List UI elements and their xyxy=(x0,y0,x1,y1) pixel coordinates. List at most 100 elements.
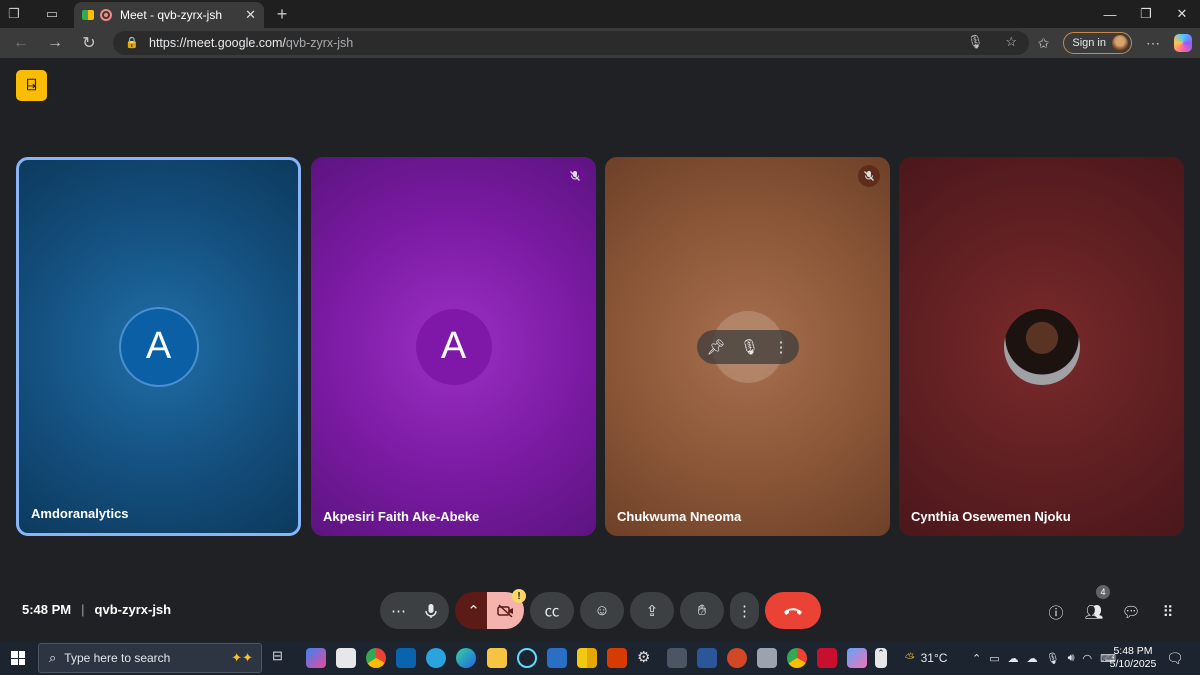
avatar: A xyxy=(120,308,197,385)
sign-in-label: Sign in xyxy=(1072,37,1106,49)
minimize-icon[interactable]: — xyxy=(1090,0,1130,28)
raise-hand-button[interactable]: ✋︎ xyxy=(680,592,724,629)
pin-icon[interactable]: 📌︎ xyxy=(707,338,726,356)
copilot-app-icon[interactable] xyxy=(847,648,867,668)
workspaces-icon[interactable]: ❐ xyxy=(0,0,28,28)
meeting-details-button[interactable]: ⓘ xyxy=(1044,602,1068,622)
participant-name: Chukwuma Nneoma xyxy=(617,509,742,524)
powerpoint-app-icon[interactable] xyxy=(727,648,747,668)
favorites-icon[interactable]: ✩ xyxy=(1038,35,1050,52)
meet-favicon-icon xyxy=(82,10,94,20)
activities-button[interactable]: ⠿ xyxy=(1156,602,1180,622)
word-app-icon[interactable] xyxy=(697,648,717,668)
tab-actions-icon[interactable]: ▭ xyxy=(38,0,66,28)
refresh-icon[interactable]: ↻ xyxy=(72,28,106,58)
weather-widget[interactable]: ⛅︎ 31°C xyxy=(905,641,947,675)
more-vert-icon: ⋮ xyxy=(737,602,752,620)
people-button[interactable]: 👥︎ xyxy=(1082,602,1106,622)
leave-call-button[interactable] xyxy=(765,592,821,629)
browser-tab-bar: ❐ ▭ Meet - qvb-zyrx-jsh ✕ + — ❐ ✕ xyxy=(0,0,1200,28)
settings-gear-icon[interactable]: ⚙ xyxy=(637,648,657,668)
participant-tile-4[interactable]: Cynthia Osewemen Njoku xyxy=(899,157,1184,536)
search-icon: ⌕ xyxy=(49,650,57,665)
close-window-icon[interactable]: ✕ xyxy=(1162,0,1200,28)
outlook-app-icon[interactable] xyxy=(396,648,416,668)
taskbar-clock[interactable]: 5:48 PM 5/10/2025 xyxy=(1108,645,1158,671)
copilot-app-icon[interactable] xyxy=(306,648,326,668)
chat-icon: 💬︎ xyxy=(1121,604,1141,621)
favorite-star-icon[interactable]: ☆ xyxy=(1005,34,1017,50)
microphone-tray-icon[interactable]: 🎙︎ xyxy=(1046,652,1060,665)
muted-mic-icon xyxy=(858,165,880,187)
camera-warning-badge: ! xyxy=(512,589,526,603)
present-screen-button[interactable]: ⇪ xyxy=(630,592,674,629)
app-icon[interactable] xyxy=(757,648,777,668)
avatar-photo xyxy=(1003,308,1080,385)
notifications-icon[interactable]: 🗨︎ xyxy=(1166,641,1184,675)
end-call-icon xyxy=(784,607,802,615)
overflow-chevron-icon[interactable]: ⌃ xyxy=(875,648,887,668)
system-tray: ⌃ ▭ ☁ ☁ 🎙︎ 🔊︎ ◠ ⌨ xyxy=(972,641,1116,675)
meeting-logo-icon[interactable]: ⍈ xyxy=(16,70,47,101)
copilot-icon[interactable] xyxy=(1174,34,1192,52)
captions-button[interactable]: ㏄ xyxy=(530,592,574,629)
chrome-app-icon[interactable] xyxy=(366,648,386,668)
task-view-icon[interactable]: ⊟ xyxy=(272,648,292,668)
participant-tile-3[interactable]: 📌︎ 🎙︎ ⋮ Chukwuma Nneoma xyxy=(605,157,890,536)
taskbar-search-box[interactable]: ⌕ Type here to search ✦✦ xyxy=(38,643,262,673)
site-info-icon[interactable]: 🔒 xyxy=(125,36,139,50)
store-app-icon[interactable] xyxy=(336,648,356,668)
browser-toolbar: ← → ↻ 🔒 https://meet.google.com/qvb-zyrx… xyxy=(0,28,1200,58)
participant-name: Akpesiri Faith Ake-Abeke xyxy=(323,509,480,524)
react-app-icon[interactable] xyxy=(517,648,537,668)
sign-in-button[interactable]: Sign in xyxy=(1063,32,1132,54)
more-dots-icon: ⋯ xyxy=(391,602,406,620)
calculator-icon[interactable] xyxy=(667,648,687,668)
microphone-button[interactable] xyxy=(412,592,449,629)
wifi-icon[interactable]: ◠ xyxy=(1083,652,1093,665)
back-icon[interactable]: ← xyxy=(4,28,38,58)
file-explorer-icon[interactable] xyxy=(487,648,507,668)
forward-icon[interactable]: → xyxy=(38,28,72,58)
apps-grid-icon: ⠿ xyxy=(1162,604,1174,621)
search-highlight-icon: ✦✦ xyxy=(231,650,253,665)
avatar: A xyxy=(415,308,492,385)
new-tab-icon[interactable]: + xyxy=(268,0,296,28)
microphone-in-use-icon[interactable]: 🎙 xyxy=(967,34,984,50)
chat-button[interactable]: 💬︎ xyxy=(1119,602,1143,622)
participant-tile-2[interactable]: A Akpesiri Faith Ake-Abeke xyxy=(311,157,596,536)
close-tab-icon[interactable]: ✕ xyxy=(245,7,256,23)
power-bi-icon[interactable] xyxy=(577,648,597,668)
app-icon[interactable] xyxy=(547,648,567,668)
more-options-icon[interactable]: ⋯ xyxy=(1146,35,1160,52)
emoji-icon: ☺ xyxy=(594,602,610,619)
windows-taskbar: ⌕ Type here to search ✦✦ ⊟ ⚙ ⌃ ⛅︎ 31°C ⌃… xyxy=(0,641,1200,675)
browser-tab-meet[interactable]: Meet - qvb-zyrx-jsh ✕ xyxy=(74,2,264,28)
meeting-time: 5:48 PM xyxy=(22,602,72,617)
office-app-icon[interactable] xyxy=(607,648,627,668)
present-icon: ⇪ xyxy=(645,602,659,620)
restore-icon[interactable]: ❐ xyxy=(1126,0,1166,28)
tile-more-options-icon[interactable]: ⋮ xyxy=(774,338,789,356)
camera-off-icon xyxy=(496,603,513,618)
cloud-icon[interactable]: ☁ xyxy=(1027,652,1038,665)
mute-participant-icon[interactable]: 🎙︎ xyxy=(740,338,759,356)
address-bar[interactable]: 🔒 https://meet.google.com/qvb-zyrx-jsh 🎙… xyxy=(113,31,1029,55)
onedrive-icon[interactable]: ☁ xyxy=(1008,652,1019,665)
telegram-app-icon[interactable] xyxy=(426,648,446,668)
meeting-code: qvb-zyrx-jsh xyxy=(94,602,172,617)
people-icon: 👥︎ xyxy=(1084,604,1104,621)
volume-icon[interactable]: 🔊︎ xyxy=(1068,652,1075,665)
tile-hover-controls: 📌︎ 🎙︎ ⋮ xyxy=(696,329,799,364)
chrome-app-icon[interactable] xyxy=(787,648,807,668)
meet-call-area: ⍈ A Amdoranalytics A Akpesiri Faith Ake-… xyxy=(0,58,1200,641)
edge-app-icon[interactable] xyxy=(456,648,476,668)
start-button[interactable] xyxy=(0,641,36,675)
mcafee-icon[interactable] xyxy=(817,648,837,668)
show-hidden-icons[interactable]: ⌃ xyxy=(972,652,981,665)
windows-icon xyxy=(11,651,25,665)
participant-tile-1[interactable]: A Amdoranalytics xyxy=(16,157,301,536)
battery-icon[interactable]: ▭ xyxy=(989,652,999,665)
more-options-button[interactable]: ⋮ xyxy=(730,592,759,629)
reactions-button[interactable]: ☺ xyxy=(580,592,624,629)
